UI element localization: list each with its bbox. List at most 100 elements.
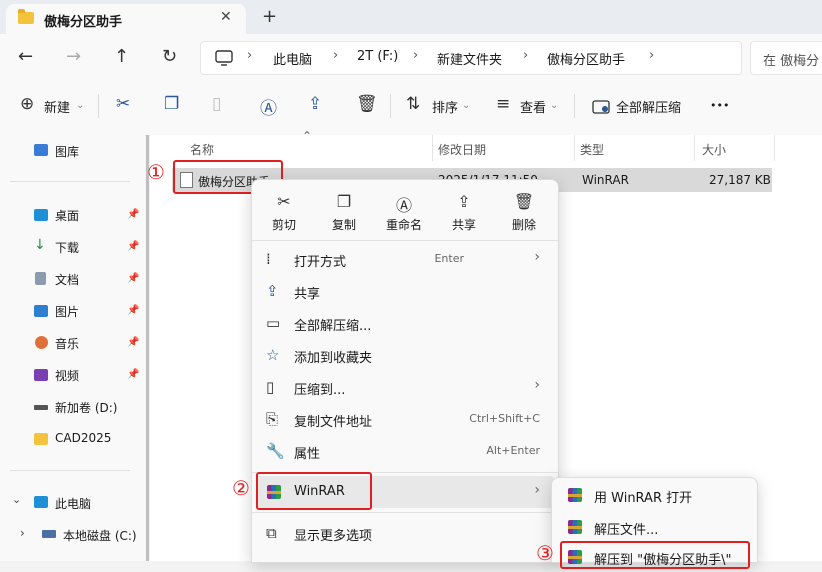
new-tab-button[interactable]: + — [262, 6, 277, 27]
sidebar-item-desktop[interactable]: 桌面 — [55, 207, 79, 224]
sort-button[interactable]: 排序 — [432, 97, 458, 116]
sidebar-item-cad2025[interactable]: CAD2025 — [55, 431, 111, 445]
sidebar-item-pictures[interactable]: 图片 — [55, 303, 79, 320]
properties-shortcut: Alt+Enter — [486, 444, 540, 457]
refresh-icon[interactable]: ↻ — [162, 46, 177, 67]
copy-path-icon: ⎘ — [266, 410, 279, 428]
pictures-icon — [34, 305, 48, 317]
column-header-type[interactable]: 类型 — [580, 141, 604, 158]
this-pc-icon — [34, 496, 48, 508]
pin-icon: 📌 — [127, 337, 140, 348]
rename-label: 重命名 — [385, 218, 422, 232]
chevron-right-icon[interactable]: › — [20, 526, 25, 540]
close-icon[interactable]: ✕ — [220, 9, 232, 25]
submenu-item-open[interactable]: 用 WinRAR 打开 — [556, 480, 753, 510]
menu-item-copy-path[interactable]: ⎘ 复制文件地址 Ctrl+Shift+C — [256, 403, 554, 435]
menu-item-compress[interactable]: ▯ 压缩到... › — [256, 371, 554, 403]
view-button[interactable]: 查看 — [520, 97, 546, 116]
divider — [774, 135, 775, 161]
cut-action[interactable]: ✂ 剪切 — [258, 192, 310, 233]
breadcrumb-pc[interactable]: 此电脑 — [273, 49, 312, 68]
back-icon[interactable]: ← — [18, 46, 33, 67]
trash-icon[interactable]: 🗑 — [356, 94, 378, 114]
chevron-right-icon: › — [413, 48, 419, 63]
address-bar[interactable]: › 此电脑 › 2T (F:) › 新建文件夹 › 傲梅分区助手 › — [200, 41, 742, 75]
rename-icon: Ⓐ — [395, 196, 412, 215]
menu-item-open-with[interactable]: ⁞ 打开方式 Enter › — [256, 243, 554, 275]
forward-icon[interactable]: → — [66, 46, 81, 67]
tab-bar: 傲梅分区助手 ✕ + — [0, 0, 822, 34]
sidebar-item-drive-c[interactable]: 本地磁盘 (C:) — [63, 527, 137, 544]
submenu-item-extract[interactable]: 解压文件... — [556, 512, 753, 542]
command-bar: ⊕ 新建 ⌄ ✂ ❐ ▯ Ⓐ ⇪ 🗑 ⇅ 排序 ⌄ ≡ 查看 ⌄ 全部解压缩 •… — [0, 80, 822, 136]
tab-active[interactable]: 傲梅分区助手 ✕ — [6, 4, 246, 34]
trash-icon: 🗑 — [513, 192, 535, 211]
view-icon: ≡ — [496, 94, 511, 114]
divider — [10, 470, 130, 471]
divider — [98, 94, 99, 118]
pin-icon: 📌 — [127, 305, 140, 316]
share-icon[interactable]: ⇪ — [308, 94, 322, 114]
up-icon[interactable]: ↑ — [114, 46, 129, 67]
sidebar-item-documents[interactable]: 文档 — [55, 271, 79, 288]
nav-scrollbar[interactable] — [146, 135, 149, 561]
new-button[interactable]: 新建 — [44, 97, 70, 116]
scissors-icon[interactable]: ✂ — [116, 94, 130, 114]
copy-path-shortcut: Ctrl+Shift+C — [469, 412, 540, 425]
menu-item-favorites[interactable]: ☆ 添加到收藏夹 — [256, 339, 554, 371]
sidebar-item-gallery[interactable]: 图库 — [55, 143, 79, 160]
menu-item-more-options[interactable]: ⧉ 显示更多选项 — [256, 517, 554, 549]
folder-icon — [18, 9, 34, 24]
chevron-right-icon: › — [534, 377, 540, 393]
menu-item-share[interactable]: ⇪ 共享 — [256, 275, 554, 307]
search-input[interactable]: 在 傲梅分 — [750, 41, 822, 75]
chevron-down-icon[interactable]: ⌄ — [12, 493, 21, 506]
chevron-right-icon: › — [649, 48, 655, 63]
breadcrumb-folder[interactable]: 新建文件夹 — [437, 49, 502, 68]
extract-folder-icon — [592, 100, 610, 114]
share-action[interactable]: ⇪ 共享 — [438, 192, 490, 233]
breadcrumb-drive[interactable]: 2T (F:) — [357, 49, 398, 64]
divider — [694, 135, 695, 161]
sidebar-item-music[interactable]: 音乐 — [55, 335, 79, 352]
rename-icon[interactable]: Ⓐ — [260, 94, 277, 119]
menu-item-properties[interactable]: 🔧 属性 Alt+Enter — [256, 435, 554, 467]
chevron-right-icon: › — [523, 48, 529, 63]
more-options-icon: ⧉ — [266, 524, 277, 542]
local-disk-icon — [42, 530, 56, 538]
star-icon: ☆ — [266, 346, 280, 364]
extract-folder-icon: ▭ — [266, 314, 281, 332]
sidebar-item-drive-d[interactable]: 新加卷 (D:) — [55, 399, 117, 416]
sidebar-item-downloads[interactable]: 下载 — [55, 239, 79, 256]
sidebar-item-this-pc[interactable]: 此电脑 — [55, 495, 91, 512]
submenu-extract-label: 解压文件... — [594, 523, 659, 538]
divider — [252, 512, 558, 513]
winrar-icon — [568, 520, 582, 534]
column-header-modified[interactable]: 修改日期 — [438, 141, 486, 158]
file-type: WinRAR — [582, 173, 629, 187]
delete-action[interactable]: 🗑 删除 — [498, 192, 550, 233]
share-icon: ⇪ — [457, 192, 471, 211]
chevron-right-icon: › — [534, 482, 540, 498]
paste-icon[interactable]: ▯ — [212, 94, 221, 114]
monitor-icon — [215, 50, 233, 66]
rename-action[interactable]: Ⓐ 重命名 — [378, 192, 430, 233]
desktop-icon — [34, 209, 48, 221]
column-header-name[interactable]: 名称 — [190, 141, 214, 158]
extract-all-button[interactable]: 全部解压缩 — [616, 97, 681, 116]
compress-label: 压缩到... — [294, 383, 346, 398]
more-options-icon[interactable]: ••• — [710, 99, 729, 112]
drive-icon — [34, 405, 48, 410]
copy-icon[interactable]: ❐ — [164, 94, 179, 114]
navigation-pane: 图库 桌面 📌 ↓ 下载 📌 文档 📌 图片 📌 音乐 📌 视频 📌 新加卷 (… — [0, 135, 145, 561]
menu-item-extract-all[interactable]: ▭ 全部解压缩... — [256, 307, 554, 339]
zip-icon: ▯ — [266, 378, 275, 396]
highlight-box-extract-to — [560, 541, 750, 569]
breadcrumb-current[interactable]: 傲梅分区助手 — [547, 49, 625, 68]
download-icon: ↓ — [34, 237, 46, 253]
annotation-marker-3: ③ — [536, 541, 554, 565]
column-header-size[interactable]: 大小 — [702, 141, 726, 158]
sidebar-item-videos[interactable]: 视频 — [55, 367, 79, 384]
copy-action[interactable]: ❐ 复制 — [318, 192, 370, 233]
open-with-shortcut: Enter — [434, 252, 464, 265]
